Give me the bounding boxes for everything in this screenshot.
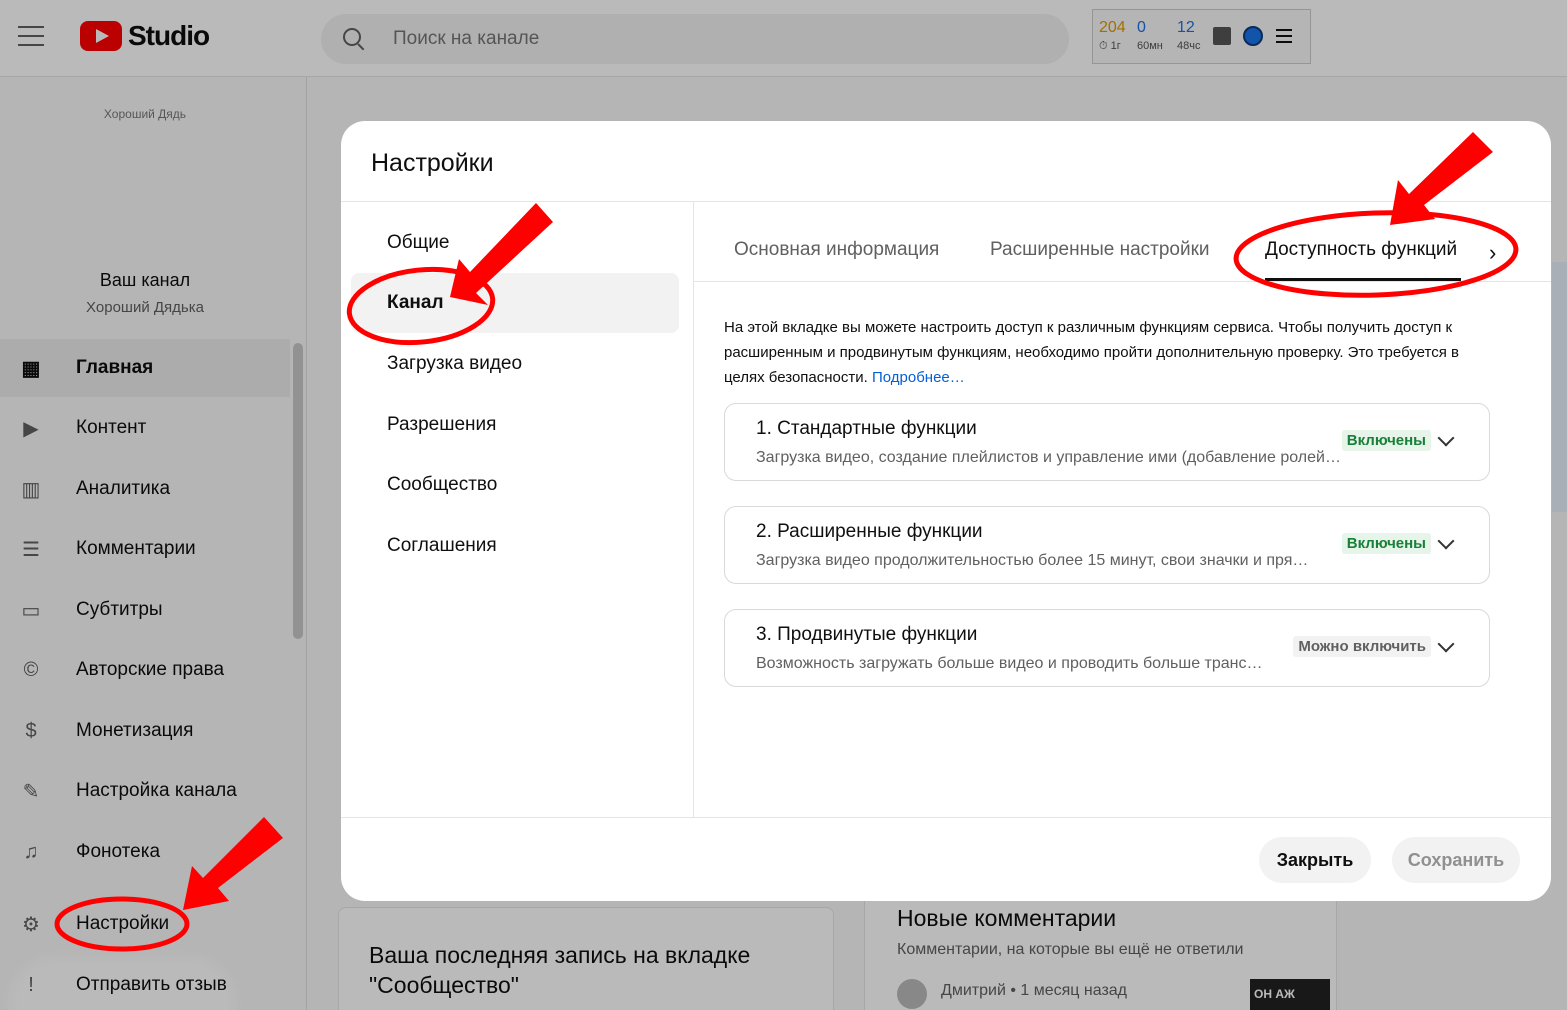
settings-menu-agreements[interactable]: Соглашения (351, 516, 679, 576)
settings-menu-permissions[interactable]: Разрешения (351, 395, 679, 455)
feature-title: 2. Расширенные функции (756, 521, 983, 542)
feature-title: 1. Стандартные функции (756, 418, 977, 439)
chevron-down-icon[interactable] (1437, 532, 1455, 550)
settings-menu-community[interactable]: Сообщество (351, 455, 679, 515)
feature-title: 3. Продвинутые функции (756, 624, 978, 645)
divider (341, 817, 1551, 818)
status-badge: Включены (1341, 430, 1431, 451)
settings-dialog: Настройки Общие Канал Загрузка видео Раз… (341, 121, 1551, 901)
status-badge: Можно включить (1293, 636, 1431, 657)
dialog-title: Настройки (371, 149, 494, 177)
settings-menu-general[interactable]: Общие (351, 213, 679, 273)
chevron-right-icon[interactable]: › (1489, 240, 1496, 266)
chevron-down-icon[interactable] (1437, 635, 1455, 653)
divider (341, 201, 1551, 202)
feature-card-intermediate[interactable]: 2. Расширенные функции Загрузка видео пр… (724, 506, 1490, 584)
feature-subtitle: Загрузка видео продолжительностью более … (756, 552, 1309, 569)
tab-basic-info[interactable]: Основная информация (734, 239, 939, 261)
tab-advanced-settings[interactable]: Расширенные настройки (990, 239, 1210, 261)
feature-subtitle: Загрузка видео, создание плейлистов и уп… (756, 449, 1341, 466)
feature-description: На этой вкладке вы можете настроить дост… (724, 315, 1484, 390)
feature-subtitle: Возможность загружать больше видео и про… (756, 655, 1263, 672)
divider (694, 281, 1551, 282)
close-button[interactable]: Закрыть (1259, 837, 1371, 883)
settings-menu-channel[interactable]: Канал (351, 273, 679, 333)
description-text: На этой вкладке вы можете настроить дост… (724, 319, 1459, 386)
save-button[interactable]: Сохранить (1392, 837, 1520, 883)
chevron-down-icon[interactable] (1437, 429, 1455, 447)
tab-feature-eligibility[interactable]: Доступность функций (1265, 239, 1457, 261)
feature-card-standard[interactable]: 1. Стандартные функции Загрузка видео, с… (724, 403, 1490, 481)
status-badge: Включены (1341, 533, 1431, 554)
settings-menu-upload[interactable]: Загрузка видео (351, 334, 679, 394)
divider (693, 202, 694, 817)
learn-more-link[interactable]: Подробнее… (872, 369, 965, 386)
feature-card-advanced[interactable]: 3. Продвинутые функции Возможность загру… (724, 609, 1490, 687)
